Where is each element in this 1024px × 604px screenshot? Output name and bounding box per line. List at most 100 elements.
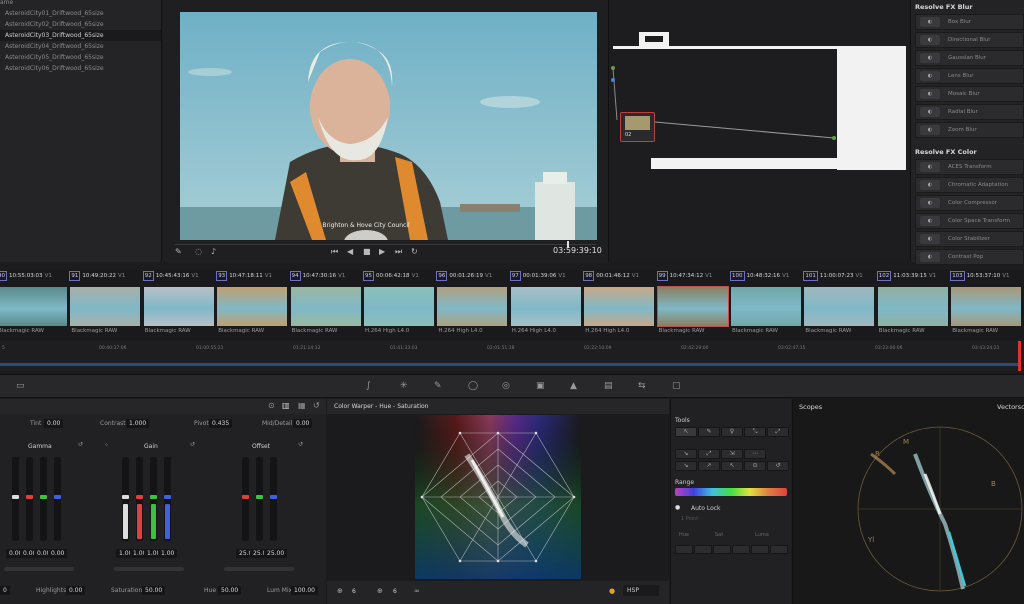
slider-knob[interactable]: [54, 494, 61, 499]
timeline-track[interactable]: [0, 363, 1018, 366]
clip-thumbnail[interactable]: [804, 287, 875, 326]
channel-slider[interactable]: [270, 457, 277, 541]
mode-select[interactable]: HSP: [623, 585, 659, 596]
contrast-value[interactable]: 1.000: [126, 419, 150, 428]
timeline-clip[interactable]: 93 10:47:18:11 V1 Blackmagic RAW: [216, 270, 288, 340]
media-pool-item[interactable]: AsteroidCity06_Driftwood_65size: [0, 63, 161, 74]
grid-icon[interactable]: ▦: [298, 401, 306, 410]
slider-knob[interactable]: [256, 494, 263, 499]
tool-k[interactable]: [713, 545, 731, 554]
gain-reset-icon[interactable]: ↺: [190, 441, 195, 448]
link-icon[interactable]: ∞: [414, 587, 420, 595]
point-select[interactable]: 1 Point: [681, 516, 698, 522]
lut-icon[interactable]: ▭: [16, 381, 25, 391]
fx-section-title[interactable]: Resolve FX Blur: [911, 0, 1024, 14]
picker-icon[interactable]: ✎: [175, 247, 182, 256]
grid-a-icon[interactable]: ⊕: [337, 587, 343, 595]
slider-knob[interactable]: [270, 494, 277, 499]
clip-thumbnail[interactable]: [70, 287, 141, 326]
media-pool-item[interactable]: AsteroidCity01_Driftwood_65size: [0, 8, 161, 19]
mask-icon[interactable]: ◌: [195, 247, 202, 256]
timeline-clip[interactable]: 97 00:01:39:06 V1 H.264 High L4.0: [509, 270, 582, 340]
tool-h[interactable]: ⊙: [744, 461, 766, 471]
clip-thumbnail[interactable]: [143, 287, 214, 326]
tool-pin[interactable]: ♀: [721, 427, 743, 437]
tool-pen[interactable]: ✎: [698, 427, 720, 437]
timeline-clip[interactable]: 102 11:03:39:15 V1 Blackmagic RAW: [876, 270, 949, 340]
media-pool-item[interactable]: AsteroidCity05_Driftwood_65size: [0, 52, 161, 63]
tint-value[interactable]: 0.00: [44, 419, 64, 428]
tool-j[interactable]: [694, 545, 712, 554]
gamma-reset-icon[interactable]: ↺: [78, 441, 83, 448]
grid-a-value[interactable]: 6: [352, 588, 356, 595]
timeline-clip[interactable]: 9010:55:03:03V1 Blackmagic RAW: [0, 270, 68, 340]
blur-icon[interactable]: ▲: [570, 381, 577, 391]
tool-b[interactable]: ⤢: [698, 449, 720, 459]
slider-knob[interactable]: [242, 494, 249, 499]
saturation-value[interactable]: 50.00: [142, 586, 166, 595]
media-pool-item[interactable]: AsteroidCity04_Driftwood_65size: [0, 41, 161, 52]
media-pool-item[interactable]: AsteroidCity03_Driftwood_65size: [0, 30, 161, 41]
fx-item[interactable]: ◐ ACES Transform: [915, 159, 1024, 175]
timeline-clip[interactable]: 91 10:49:20:22 V1 Blackmagic RAW: [69, 270, 141, 340]
qualifier-icon[interactable]: ✎: [434, 381, 442, 391]
fx-item[interactable]: ◐ Radial Blur: [915, 104, 1024, 120]
tool-c[interactable]: ⇲: [721, 449, 743, 459]
channel-slider[interactable]: [122, 457, 129, 541]
slider-knob[interactable]: [122, 494, 129, 499]
pivot-value[interactable]: 0.435: [209, 419, 233, 428]
fx-item[interactable]: ◐ Contrast Pop: [915, 249, 1024, 265]
gamma-master-wheel[interactable]: [4, 567, 74, 571]
tool-select[interactable]: ↖: [675, 427, 697, 437]
warper-canvas[interactable]: [327, 415, 669, 579]
tool-a[interactable]: ↘: [675, 449, 697, 459]
scopes-mode[interactable]: Vectorsc: [997, 403, 1024, 411]
clip-thumbnail[interactable]: [877, 287, 948, 326]
node-02[interactable]: 02: [620, 112, 655, 142]
fx-item[interactable]: ◐ Directional Blur: [915, 32, 1024, 48]
highlights-value[interactable]: 0.00: [66, 586, 86, 595]
tool-e[interactable]: ↘: [675, 461, 697, 471]
tool-i[interactable]: [675, 545, 693, 554]
reset-icon[interactable]: ↺: [313, 401, 320, 410]
lummix-value[interactable]: 100.00: [291, 586, 318, 595]
window-icon[interactable]: ◯: [468, 381, 478, 391]
offset-master-wheel[interactable]: [224, 567, 294, 571]
channel-slider[interactable]: [256, 457, 263, 541]
timeline-playhead[interactable]: [1018, 341, 1021, 371]
timeline-clip[interactable]: 95 00:06:42:18 V1 H.264 High L4.0: [363, 270, 435, 340]
slider-knob[interactable]: [40, 494, 47, 499]
fx-item[interactable]: ◐ Color Space Transform: [915, 213, 1024, 229]
grid-b-value[interactable]: 6: [393, 588, 397, 595]
channel-value[interactable]: 25.00: [264, 549, 288, 558]
middetail-value[interactable]: 0.00: [293, 419, 313, 428]
clip-thumbnail[interactable]: [951, 287, 1022, 326]
timeline-clip[interactable]: 101 11:00:07:23 V1 Blackmagic RAW: [803, 270, 875, 340]
media-pool-item[interactable]: AsteroidCity02_Driftwood_65size: [0, 19, 161, 30]
fx-item[interactable]: ◐ Chromatic Adaptation: [915, 177, 1024, 193]
tracker-icon[interactable]: ◎: [502, 381, 510, 391]
slider-knob[interactable]: [136, 494, 143, 499]
stop-icon[interactable]: ■: [363, 247, 371, 256]
channel-slider[interactable]: [164, 457, 171, 541]
options-icon[interactable]: ⊙: [268, 401, 275, 410]
bars-icon[interactable]: ▥: [282, 401, 290, 410]
timeline-clip[interactable]: 99 10:47:34:12 V1 Blackmagic RAW: [656, 270, 729, 340]
tool-d[interactable]: ⋯: [744, 449, 766, 459]
bottom-first-value[interactable]: 0: [0, 586, 10, 595]
slider-knob[interactable]: [150, 494, 157, 499]
tool-l[interactable]: [732, 545, 750, 554]
autolock-toggle[interactable]: ●: [675, 504, 680, 511]
clip-thumbnail[interactable]: [0, 287, 67, 326]
timeline-clip[interactable]: 98 00:01:46:12 V1 H.264 High L4.0: [583, 270, 655, 340]
channel-slider[interactable]: [136, 457, 143, 541]
fx-item[interactable]: ◐ Lens Blur: [915, 68, 1024, 84]
fx-item[interactable]: ◐ Box Blur: [915, 14, 1024, 30]
timeline-clip[interactable]: 96 00:01:26:19 V1 H.264 High L4.0: [436, 270, 508, 340]
first-frame-icon[interactable]: ⏮: [331, 247, 338, 257]
key-icon[interactable]: ▤: [604, 381, 613, 391]
loop-icon[interactable]: ↻: [411, 247, 418, 256]
fx-section-title[interactable]: Resolve FX Color: [911, 145, 1024, 159]
channel-slider[interactable]: [242, 457, 249, 541]
hue-value[interactable]: 50.00: [218, 586, 242, 595]
